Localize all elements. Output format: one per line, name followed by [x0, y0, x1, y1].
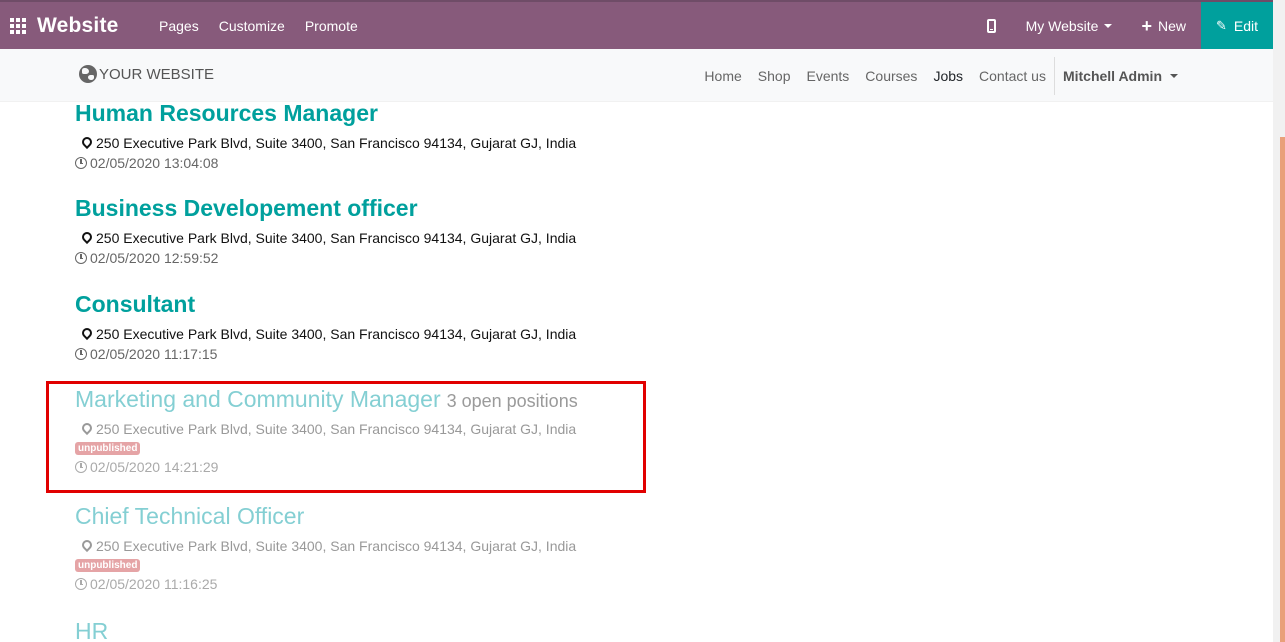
clock-icon [75, 252, 87, 264]
job-date-text: 02/05/2020 12:59:52 [90, 250, 219, 266]
user-name: Mitchell Admin [1062, 67, 1162, 84]
app-brand[interactable]: Website [37, 14, 149, 38]
nav-contact-us[interactable]: Contact us [971, 68, 1054, 84]
clock-icon [75, 348, 87, 360]
job-date-text: 02/05/2020 11:17:15 [90, 346, 218, 362]
map-marker-icon [81, 232, 91, 244]
map-marker-icon [81, 328, 91, 340]
apps-menu-icon[interactable] [0, 2, 36, 49]
site-logo[interactable]: YOUR WEBSITE [79, 65, 214, 83]
job-address: 250 Executive Park Blvd, Suite 3400, San… [75, 538, 775, 554]
highlight-box [46, 381, 646, 493]
admin-navbar: Website Pages Customize Promote My Websi… [0, 0, 1273, 49]
logo-text: YOUR WEBSITE [99, 65, 215, 83]
job-item: Chief Technical Officer 250 Executive Pa… [75, 503, 775, 592]
new-content-button[interactable]: + New [1126, 17, 1201, 35]
website-switcher-label: My Website [1025, 17, 1099, 34]
globe-icon [79, 65, 97, 83]
job-date-text: 02/05/2020 11:16:25 [90, 576, 218, 592]
nav-home[interactable]: Home [696, 68, 749, 84]
clock-icon [75, 578, 87, 590]
map-marker-icon [81, 540, 91, 552]
job-address: 250 Executive Park Blvd, Suite 3400, San… [75, 230, 775, 246]
top-menu: Pages Customize Promote [149, 18, 368, 34]
job-item: Human Resources Manager 250 Executive Pa… [75, 100, 775, 171]
chevron-down-icon [1170, 73, 1178, 78]
job-title-link[interactable]: Chief Technical Officer [75, 503, 304, 529]
plus-icon: + [1141, 15, 1152, 36]
job-address-text: 250 Executive Park Blvd, Suite 3400, San… [96, 135, 577, 151]
job-address-text: 250 Executive Park Blvd, Suite 3400, San… [96, 538, 577, 554]
pencil-icon: ✎ [1215, 17, 1227, 33]
job-item: Consultant 250 Executive Park Blvd, Suit… [75, 291, 775, 362]
unpublished-badge: unpublished [75, 559, 141, 572]
job-title-link[interactable]: Consultant [75, 291, 195, 317]
job-title-link[interactable]: Human Resources Manager [75, 100, 378, 126]
job-title-link[interactable]: HR [75, 618, 108, 642]
job-date: 02/05/2020 13:04:08 [75, 155, 775, 171]
job-address: 250 Executive Park Blvd, Suite 3400, San… [75, 326, 775, 342]
chevron-down-icon [1104, 23, 1113, 28]
menu-pages[interactable]: Pages [149, 18, 209, 34]
mobile-preview-icon[interactable] [972, 18, 1012, 33]
nav-jobs[interactable]: Jobs [925, 68, 971, 84]
edit-button[interactable]: ✎ Edit [1200, 2, 1273, 49]
site-header: YOUR WEBSITE Home Shop Events Courses Jo… [0, 49, 1273, 102]
nav-events[interactable]: Events [798, 68, 857, 84]
map-marker-icon [81, 137, 91, 149]
job-address: 250 Executive Park Blvd, Suite 3400, San… [75, 135, 775, 151]
job-item: HR [75, 618, 775, 642]
job-title-link[interactable]: Business Developement officer [75, 195, 418, 221]
menu-customize[interactable]: Customize [209, 18, 295, 34]
nav-courses[interactable]: Courses [857, 68, 925, 84]
scrollbar-thumb[interactable] [1280, 137, 1285, 642]
job-address-text: 250 Executive Park Blvd, Suite 3400, San… [96, 230, 577, 246]
top-right-actions: My Website + New ✎ Edit [972, 2, 1273, 49]
website-switcher[interactable]: My Website [1012, 18, 1127, 34]
user-menu[interactable]: Mitchell Admin [1053, 56, 1273, 95]
main-menu: Home Shop Events Courses Jobs Contact us… [696, 49, 1273, 102]
edit-label: Edit [1233, 17, 1258, 34]
new-label: New [1157, 17, 1186, 34]
menu-promote[interactable]: Promote [295, 18, 368, 34]
clock-icon [75, 157, 87, 169]
job-address-text: 250 Executive Park Blvd, Suite 3400, San… [96, 326, 577, 342]
job-date-text: 02/05/2020 13:04:08 [90, 155, 219, 171]
job-date: 02/05/2020 12:59:52 [75, 250, 775, 266]
nav-shop[interactable]: Shop [750, 68, 799, 84]
job-item: Business Developement officer 250 Execut… [75, 195, 775, 266]
job-date: 02/05/2020 11:17:15 [75, 346, 775, 362]
job-date: 02/05/2020 11:16:25 [75, 576, 775, 592]
